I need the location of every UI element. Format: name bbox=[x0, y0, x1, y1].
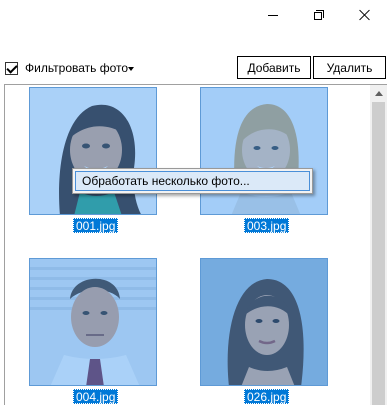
photo-caption[interactable]: 003.jpg bbox=[244, 218, 290, 233]
filter-photos-checkbox[interactable]: Фильтровать фото bbox=[5, 61, 128, 75]
scroll-up-button[interactable] bbox=[370, 85, 387, 102]
maximize-button[interactable] bbox=[296, 0, 342, 30]
scrollbar-thumb[interactable] bbox=[372, 102, 385, 405]
toolbar: Фильтровать фото Добавить Удалить bbox=[0, 55, 390, 81]
photo-caption[interactable]: 001.jpg bbox=[73, 218, 119, 233]
title-bar bbox=[0, 0, 390, 30]
photo-caption[interactable]: 004.jpg bbox=[73, 389, 119, 404]
photo-thumbnail[interactable] bbox=[29, 258, 157, 386]
close-icon bbox=[359, 9, 371, 21]
minimize-icon bbox=[268, 14, 278, 16]
photo-gallery[interactable]: 001.jpg 003.jpg 004.jpg 026.jpg bbox=[4, 84, 387, 405]
maximize-icon bbox=[314, 10, 324, 20]
delete-button[interactable]: Удалить bbox=[313, 56, 386, 79]
context-menu: Обработать несколько фото... bbox=[72, 168, 313, 194]
photo-caption[interactable]: 026.jpg bbox=[244, 389, 290, 404]
filter-dropdown-arrow-icon[interactable] bbox=[128, 67, 134, 71]
close-button[interactable] bbox=[342, 0, 388, 30]
filter-photos-label[interactable]: Фильтровать фото bbox=[25, 61, 128, 75]
process-multiple-photos-menu-item[interactable]: Обработать несколько фото... bbox=[75, 171, 310, 191]
minimize-button[interactable] bbox=[250, 0, 296, 30]
photo-thumbnail[interactable] bbox=[200, 87, 328, 215]
photo-thumbnail[interactable] bbox=[200, 258, 328, 386]
add-button[interactable]: Добавить bbox=[237, 56, 311, 79]
photo-thumbnail[interactable] bbox=[29, 87, 157, 215]
vertical-scrollbar[interactable] bbox=[370, 85, 387, 405]
checkbox-checked-icon[interactable] bbox=[5, 61, 18, 75]
chevron-up-icon bbox=[374, 91, 383, 96]
